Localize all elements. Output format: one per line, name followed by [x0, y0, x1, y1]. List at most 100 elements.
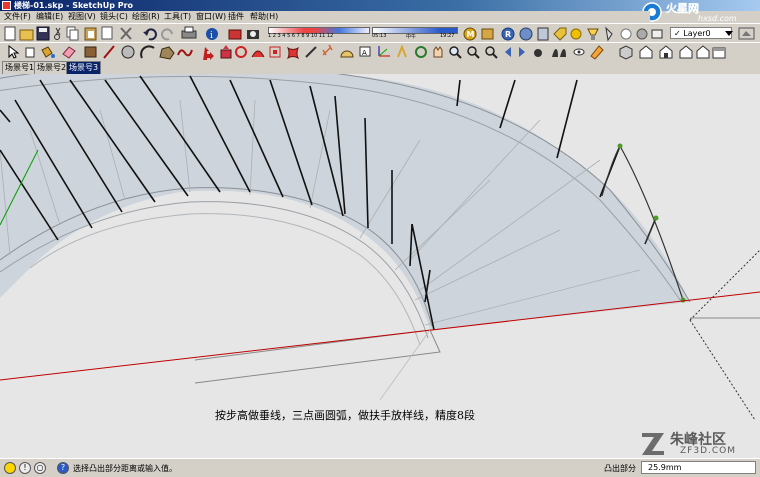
scene-tab-3[interactable]: 场景号3 [66, 61, 102, 74]
menu-window[interactable]: 窗口(W) [196, 12, 226, 22]
iso-view-icon[interactable] [619, 45, 633, 60]
shadow-months-label: 1 2 3 4 5 6 7 8 9 10 11 12 [268, 33, 334, 39]
print-icon[interactable] [181, 26, 197, 39]
render-settings-icon[interactable] [519, 27, 533, 41]
menu-draw[interactable]: 绘图(R) [132, 12, 160, 22]
section-plane-icon[interactable] [590, 45, 604, 60]
menu-edit[interactable]: 编辑(E) [36, 12, 63, 22]
position-camera-icon[interactable] [534, 49, 542, 57]
tutorial-caption: 按步高做垂线，三点画圆弧，做扶手放样线，精度8段 [215, 409, 475, 422]
top-view-icon[interactable] [639, 45, 653, 59]
shadow-month-slider[interactable]: 1 2 3 4 5 6 7 8 9 10 11 12 [268, 25, 370, 41]
render-r-icon[interactable]: R [501, 27, 515, 41]
user-icon[interactable]: ○ [34, 462, 46, 474]
measurement-box[interactable]: 25.9mm [641, 461, 756, 474]
dotted-guide-2 [689, 319, 756, 421]
layer-dropdown-arrow-icon[interactable] [724, 28, 734, 38]
previous-view-icon[interactable] [505, 47, 511, 57]
sandbox-m-icon[interactable]: M [463, 27, 477, 41]
spotlight-icon[interactable] [605, 26, 613, 42]
menu-file[interactable]: 文件(F) [4, 12, 31, 22]
red-axis [0, 291, 760, 381]
model-info-icon[interactable]: i [206, 28, 218, 41]
save-icon[interactable] [36, 26, 50, 41]
text-icon[interactable]: A [359, 46, 371, 57]
tape-measure-icon[interactable] [305, 46, 317, 58]
freehand-icon[interactable] [177, 49, 193, 57]
layer-check: ✓ [674, 29, 681, 38]
scale-icon[interactable] [269, 46, 281, 58]
zoom-extents-icon[interactable] [485, 46, 498, 59]
watermark-top-url: hxsd.com [698, 14, 737, 23]
toolbar-standard: i 1 2 3 4 5 6 7 8 9 10 11 12 05:13 中午 19… [0, 23, 760, 44]
eraser-icon[interactable] [62, 46, 76, 59]
menu-plugins[interactable]: 插件 [228, 12, 244, 22]
3d-text-icon[interactable] [397, 44, 407, 58]
menu-view[interactable]: 视图(V) [68, 12, 96, 22]
watermark-top: 火星网 hxsd.com [640, 0, 760, 24]
line-icon[interactable] [103, 45, 115, 59]
protractor-icon[interactable] [340, 50, 354, 58]
shadow-time-noon: 中午 [406, 34, 417, 40]
circle-icon[interactable] [121, 45, 135, 59]
menu-tools[interactable]: 工具(T) [164, 12, 191, 22]
pan-icon[interactable] [433, 46, 443, 58]
undo-icon[interactable] [143, 28, 157, 41]
look-around-icon[interactable] [573, 48, 585, 56]
component-icon[interactable] [481, 28, 494, 40]
record-icon[interactable] [247, 30, 259, 39]
front-view-icon[interactable] [659, 45, 673, 59]
rectangle-icon[interactable] [84, 46, 97, 58]
right-view-icon[interactable] [679, 45, 693, 59]
push-pull-icon[interactable] [220, 45, 232, 59]
tag-icon[interactable] [553, 27, 567, 41]
move-icon[interactable] [201, 47, 214, 61]
shadow-time-slider[interactable]: 05:13 中午 19:27 [372, 25, 458, 41]
render-frame-icon[interactable] [537, 27, 549, 41]
scene-tab-1[interactable]: 场景号1 [2, 61, 38, 74]
copy-alt-icon[interactable] [101, 26, 113, 40]
grey-ball-icon[interactable] [636, 28, 648, 40]
next-view-icon[interactable] [519, 47, 525, 57]
scene-tab-2[interactable]: 场景号2 [34, 61, 70, 74]
stair-model-drawing [0, 74, 760, 421]
lamp-icon[interactable] [587, 28, 599, 40]
polygon-icon[interactable] [159, 46, 175, 60]
select-arrow-icon[interactable] [8, 44, 20, 59]
sphere-icon[interactable] [570, 28, 582, 40]
make-component-icon[interactable] [25, 47, 35, 58]
follow-me-icon[interactable] [251, 50, 265, 58]
copy-icon[interactable] [66, 26, 79, 41]
light-rect-icon[interactable] [651, 29, 663, 39]
model-viewport[interactable]: 按步高做垂线，三点画圆弧，做扶手放样线，精度8段 朱峰社区 ZF3D.COM [0, 74, 760, 458]
axes-icon[interactable] [378, 46, 390, 57]
walk-icon[interactable] [552, 49, 566, 57]
arc-icon[interactable] [140, 45, 155, 59]
paint-bucket-icon[interactable] [41, 46, 55, 58]
camera-icon[interactable] [228, 29, 242, 40]
zoom-icon[interactable] [449, 46, 462, 59]
new-file-icon[interactable] [4, 26, 16, 41]
paste-icon[interactable] [84, 27, 97, 41]
dimension-icon[interactable] [322, 44, 333, 56]
credits-icon[interactable]: ! [19, 462, 31, 474]
menu-help[interactable]: 帮助(H) [250, 12, 278, 22]
menu-camera[interactable]: 镜头(C) [100, 12, 128, 22]
layer-manager-icon[interactable] [738, 27, 756, 40]
geo-location-icon[interactable] [4, 462, 16, 474]
help-icon[interactable]: ? [57, 462, 69, 474]
cut-icon[interactable] [54, 27, 61, 40]
layer-dropdown[interactable]: ✓ Layer0 [670, 27, 732, 39]
measurement-value: 25.9mm [648, 463, 682, 472]
orbit-icon[interactable] [415, 46, 427, 58]
arc-point-end [680, 297, 686, 303]
open-file-icon[interactable] [19, 29, 34, 41]
zoom-window-icon[interactable] [467, 46, 480, 59]
back-view-icon[interactable] [696, 45, 710, 59]
left-view-icon[interactable] [712, 47, 726, 59]
white-ball-icon[interactable] [620, 28, 632, 40]
delete-icon[interactable] [120, 27, 132, 40]
offset-icon[interactable] [286, 46, 300, 60]
rotate-icon[interactable] [235, 46, 247, 58]
redo-icon[interactable] [161, 28, 173, 41]
